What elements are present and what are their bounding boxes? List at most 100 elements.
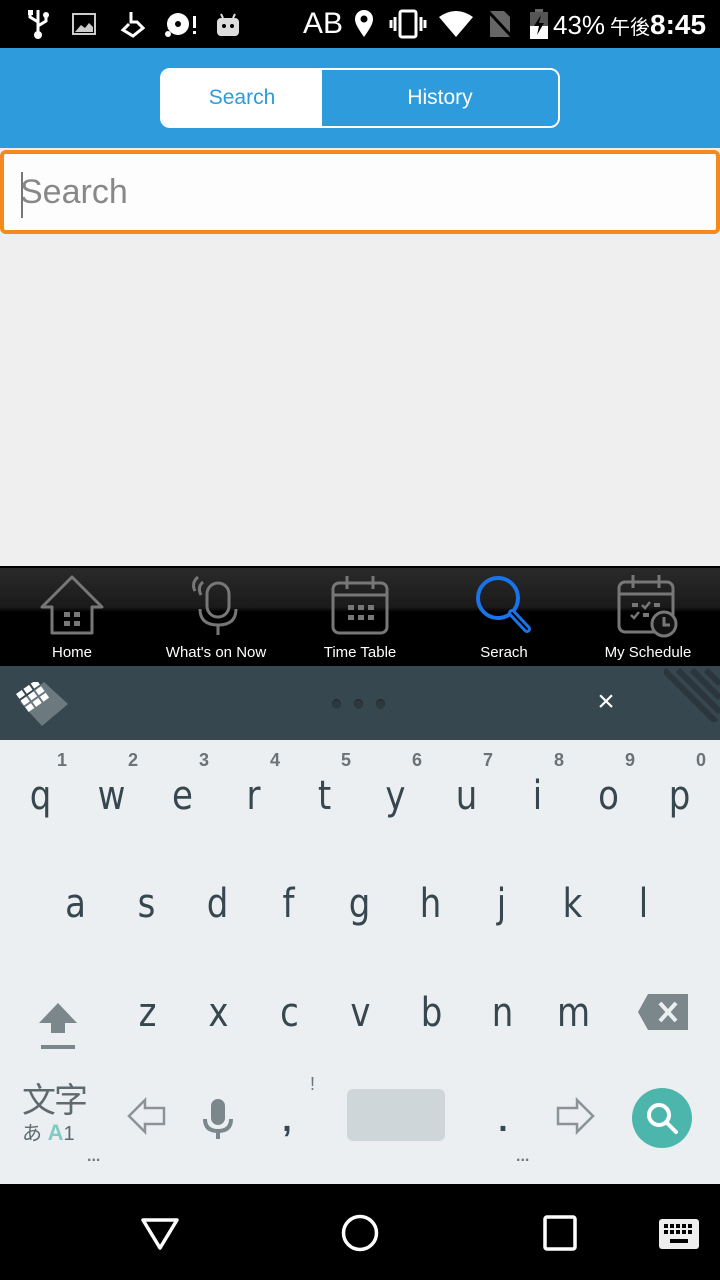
nav-home[interactable]: Home	[0, 568, 144, 666]
header: Search History	[0, 48, 720, 148]
key-z[interactable]: z	[112, 989, 183, 1037]
key-x[interactable]: x	[183, 989, 254, 1037]
key-label: x	[208, 990, 229, 1036]
key-label: m	[556, 990, 591, 1036]
key-f[interactable]: f	[253, 880, 324, 928]
key-p[interactable]: 0p	[644, 748, 715, 820]
home-button[interactable]	[340, 1212, 380, 1254]
nav-my-schedule-label: My Schedule	[604, 644, 692, 661]
key-label: i	[532, 773, 543, 819]
drag-handle-dots[interactable]	[332, 699, 385, 709]
key-label: t	[317, 773, 332, 819]
tab-search[interactable]: Search	[162, 70, 322, 126]
location-icon	[352, 8, 376, 40]
key-i[interactable]: 8i	[502, 748, 573, 820]
nav-whats-on-now-label: What's on Now	[165, 644, 267, 661]
key-y[interactable]: 6y	[360, 748, 431, 820]
period-key-more: ...	[516, 1148, 530, 1165]
key-o[interactable]: 9o	[573, 748, 644, 820]
keyboard-toolbar: ×	[0, 666, 720, 740]
key-s[interactable]: s	[111, 880, 182, 928]
key-k[interactable]: k	[537, 880, 608, 928]
key-g[interactable]: g	[324, 880, 395, 928]
key-hint: 0	[696, 750, 707, 770]
key-d[interactable]: d	[182, 880, 253, 928]
cursor-left-key[interactable]	[126, 1095, 168, 1137]
android-icon	[214, 8, 242, 40]
shift-underline	[41, 1045, 75, 1049]
key-m[interactable]: m	[538, 989, 609, 1037]
key-hint: 5	[341, 750, 352, 770]
key-hint: 7	[483, 750, 494, 770]
clock: 午後8:45	[610, 6, 706, 49]
battery-percent: 43%	[553, 10, 606, 40]
recents-button[interactable]	[542, 1214, 578, 1252]
key-label: g	[348, 881, 371, 927]
schedule-icon	[613, 572, 683, 638]
key-label: h	[419, 881, 442, 927]
key-label: o	[598, 773, 619, 819]
key-j[interactable]: j	[466, 880, 537, 928]
comma-hint: !	[310, 1074, 316, 1094]
key-u[interactable]: 7u	[431, 748, 502, 820]
shift-key[interactable]	[30, 990, 86, 1060]
key-hint: 2	[128, 750, 139, 770]
calendar-icon	[325, 572, 395, 638]
mode-key-label: 文字	[22, 1082, 88, 1120]
key-hint: 6	[412, 750, 423, 770]
soft-keyboard: 1q2w3e4r5t6y7u8i9o0p asdfghjkl zxcvbnm 文…	[0, 740, 720, 1184]
results-area	[0, 236, 720, 566]
key-label: k	[562, 881, 583, 927]
key-l[interactable]: l	[608, 880, 679, 928]
clock-time: 8:45	[650, 9, 707, 40]
key-h[interactable]: h	[395, 880, 466, 928]
key-e[interactable]: 3e	[147, 748, 218, 820]
key-b[interactable]: b	[396, 989, 467, 1037]
keyboard-close-button[interactable]: ×	[590, 686, 622, 718]
key-a[interactable]: a	[40, 880, 111, 928]
search-input[interactable]	[20, 166, 700, 218]
keyboard-logo-icon	[16, 679, 68, 726]
key-label: z	[138, 990, 157, 1036]
search-enter-key[interactable]	[632, 1088, 692, 1148]
resize-corner-icon[interactable]	[664, 666, 720, 722]
backspace-key[interactable]	[630, 988, 696, 1036]
space-key[interactable]	[347, 1089, 445, 1141]
microphone-icon	[181, 572, 251, 638]
disc-alert-icon	[164, 8, 198, 40]
key-q[interactable]: 1q	[5, 748, 76, 820]
nav-search[interactable]: Serach	[432, 568, 576, 666]
cursor-right-key[interactable]	[554, 1095, 596, 1137]
arrow-left-icon	[127, 1097, 166, 1135]
search-icon	[469, 572, 539, 638]
tab-history[interactable]: History	[322, 70, 558, 126]
back-button[interactable]	[138, 1216, 182, 1252]
key-v[interactable]: v	[325, 989, 396, 1037]
comma-key[interactable]: ! ,	[252, 1074, 322, 1150]
mode-key-more: ...	[87, 1148, 101, 1165]
key-c[interactable]: c	[254, 989, 325, 1037]
key-label: v	[350, 990, 371, 1036]
keyboard-switch-button[interactable]	[658, 1218, 700, 1250]
nav-time-table-label: Time Table	[323, 644, 397, 661]
key-hint: 8	[554, 750, 565, 770]
period-key[interactable]: .	[468, 1090, 538, 1150]
key-r[interactable]: 4r	[218, 748, 289, 820]
key-label: y	[385, 773, 406, 819]
search-field-container	[0, 150, 720, 234]
nav-time-table[interactable]: Time Table	[288, 568, 432, 666]
key-n[interactable]: n	[467, 989, 538, 1037]
key-hint: 9	[625, 750, 636, 770]
key-label: p	[668, 773, 691, 819]
voice-input-key[interactable]	[198, 1095, 238, 1143]
key-w[interactable]: 2w	[76, 748, 147, 820]
key-label: s	[137, 881, 156, 927]
key-hint: 1	[57, 750, 68, 770]
nav-my-schedule[interactable]: My Schedule	[576, 568, 720, 666]
key-label: l	[638, 881, 649, 927]
key-t[interactable]: 5t	[289, 748, 360, 820]
key-label: e	[172, 773, 193, 819]
nav-whats-on-now[interactable]: What's on Now	[144, 568, 288, 666]
key-label: a	[65, 881, 86, 927]
keyboard-menu-button[interactable]	[12, 679, 70, 731]
